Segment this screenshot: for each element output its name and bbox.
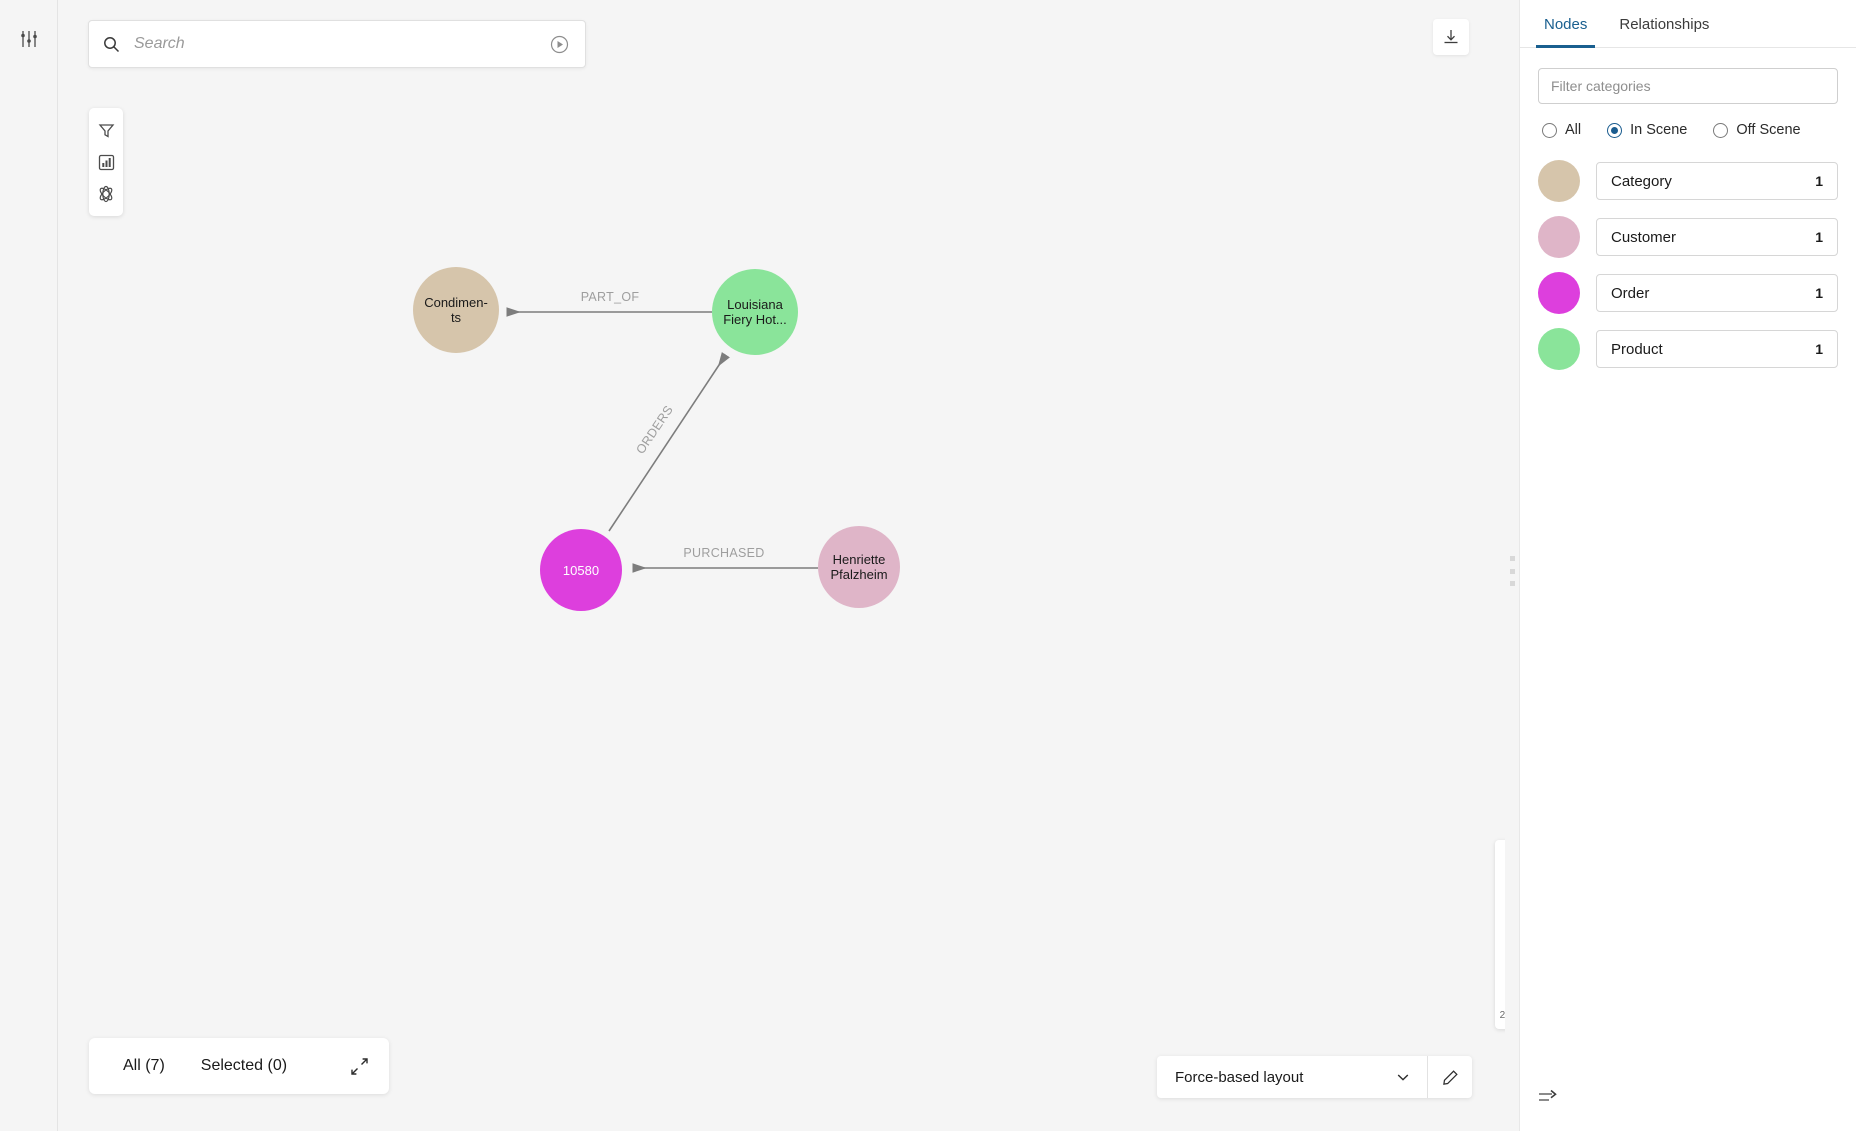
- chevron-down-icon[interactable]: [1395, 1069, 1411, 1085]
- layout-selected-label: Force-based layout: [1175, 1069, 1395, 1086]
- zoom-in-icon[interactable]: [1495, 944, 1505, 976]
- graph-canvas[interactable]: PART_OF ORDERS PURCHASED Condimen- ts: [58, 0, 1505, 1131]
- scope-radio-group: All In Scene Off Scene: [1534, 122, 1856, 138]
- bar-chart-icon[interactable]: [89, 146, 123, 178]
- play-circle-icon[interactable]: [550, 35, 569, 54]
- graph-node-product[interactable]: Louisiana Fiery Hot...: [712, 269, 798, 355]
- filter-categories-box[interactable]: [1538, 68, 1838, 104]
- graph-node-order[interactable]: 10580: [540, 529, 622, 611]
- category-count: 1: [1815, 285, 1823, 301]
- relationship-label: ORDERS: [633, 403, 676, 457]
- relationship-purchased[interactable]: PURCHASED: [634, 546, 818, 568]
- category-count: 1: [1815, 229, 1823, 245]
- category-color-swatch[interactable]: [1538, 216, 1580, 258]
- category-count: 1: [1815, 173, 1823, 189]
- download-icon: [1442, 28, 1460, 46]
- map-icon[interactable]: [1495, 848, 1505, 880]
- radio-indicator: [1607, 123, 1622, 138]
- radio-indicator: [1542, 123, 1557, 138]
- radio-all[interactable]: All: [1534, 122, 1581, 138]
- selected-count-tab[interactable]: Selected (0): [183, 1057, 305, 1075]
- collapse-panel-icon[interactable]: [1538, 1089, 1560, 1107]
- relationship-label: PART_OF: [581, 290, 640, 304]
- category-name: Category: [1611, 173, 1672, 190]
- category-color-swatch[interactable]: [1538, 272, 1580, 314]
- search-bar[interactable]: [88, 20, 586, 68]
- category-row: Customer 1: [1520, 216, 1856, 258]
- category-row: Order 1: [1520, 272, 1856, 314]
- download-button[interactable]: [1433, 19, 1469, 55]
- category-name: Customer: [1611, 229, 1676, 246]
- zoom-percent-label: 255%: [1500, 1008, 1505, 1023]
- category-name: Order: [1611, 285, 1649, 302]
- relationship-part-of[interactable]: PART_OF: [508, 290, 712, 312]
- atom-icon[interactable]: [89, 178, 123, 210]
- zoom-out-icon[interactable]: [1495, 976, 1505, 1008]
- graph-node-condiments[interactable]: Condimen- ts: [413, 267, 499, 353]
- radio-label: All: [1565, 122, 1581, 138]
- fit-screen-icon[interactable]: [1495, 912, 1505, 944]
- zoom-controls: 255%: [1495, 840, 1505, 1029]
- category-pill[interactable]: Order 1: [1596, 274, 1838, 312]
- tab-relationships[interactable]: Relationships: [1603, 0, 1725, 48]
- all-count-tab[interactable]: All (7): [105, 1057, 183, 1075]
- graph-explorer-app: PART_OF ORDERS PURCHASED Condimen- ts: [0, 0, 1856, 1131]
- category-pill[interactable]: Category 1: [1596, 162, 1838, 200]
- panel-tabs: Nodes Relationships: [1520, 0, 1856, 48]
- category-count: 1: [1815, 341, 1823, 357]
- radio-in-scene[interactable]: In Scene: [1599, 122, 1687, 138]
- canvas-tool-stack: [89, 108, 123, 216]
- search-input[interactable]: [134, 35, 550, 53]
- relationship-orders[interactable]: ORDERS: [609, 356, 725, 531]
- category-pill[interactable]: Product 1: [1596, 330, 1838, 368]
- radio-indicator: [1713, 123, 1728, 138]
- category-name: Product: [1611, 341, 1663, 358]
- layout-selector[interactable]: Force-based layout: [1157, 1056, 1472, 1098]
- pencil-icon[interactable]: [1428, 1069, 1472, 1086]
- search-icon: [103, 36, 120, 53]
- category-row: Product 1: [1520, 328, 1856, 370]
- left-rail: [0, 0, 58, 1131]
- presentation-chart-icon[interactable]: [1495, 880, 1505, 912]
- side-panel: Nodes Relationships All In Scene Off Sce…: [1519, 0, 1856, 1131]
- radio-label: Off Scene: [1736, 122, 1800, 138]
- sliders-icon[interactable]: [12, 22, 46, 56]
- funnel-icon[interactable]: [89, 114, 123, 146]
- category-row: Category 1: [1520, 160, 1856, 202]
- graph-node-customer[interactable]: Henriette Pfalzheim: [818, 526, 900, 608]
- tab-label: Relationships: [1619, 16, 1709, 33]
- tab-label: Nodes: [1544, 16, 1587, 33]
- category-pill[interactable]: Customer 1: [1596, 218, 1838, 256]
- radio-off-scene[interactable]: Off Scene: [1705, 122, 1800, 138]
- category-color-swatch[interactable]: [1538, 160, 1580, 202]
- radio-label: In Scene: [1630, 122, 1687, 138]
- graph-svg: PART_OF ORDERS PURCHASED Condimen- ts: [58, 0, 1505, 1131]
- expand-arrows-icon[interactable]: [350, 1057, 369, 1076]
- selection-summary-bar: All (7) Selected (0): [89, 1038, 389, 1094]
- filter-categories-input[interactable]: [1539, 78, 1837, 94]
- category-list: Category 1 Customer 1 Order 1: [1520, 160, 1856, 370]
- tab-nodes[interactable]: Nodes: [1528, 0, 1603, 48]
- panel-resize-handle[interactable]: [1507, 556, 1517, 586]
- category-color-swatch[interactable]: [1538, 328, 1580, 370]
- relationship-label: PURCHASED: [683, 546, 764, 560]
